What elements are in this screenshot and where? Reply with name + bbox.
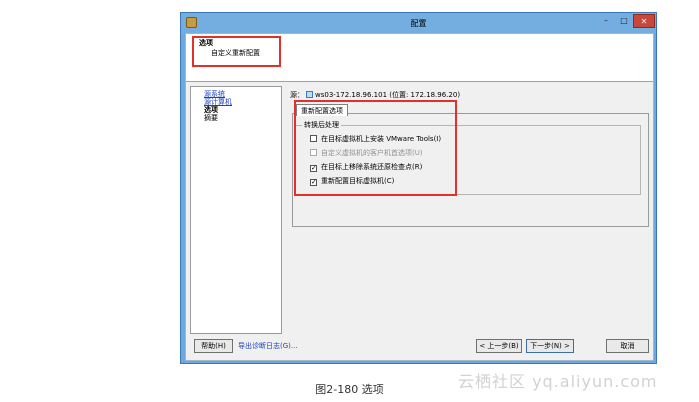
nav-item-source-system[interactable]: 源系统: [204, 90, 281, 98]
next-button[interactable]: 下一步(N) >: [526, 339, 574, 353]
tab-reconfig-options[interactable]: 重新配置选项: [296, 104, 348, 116]
source-line: 源： ws03-172.18.96.101 (位置: 172.18.96.20): [290, 90, 460, 100]
back-button[interactable]: < 上一步(B): [476, 339, 522, 353]
config-window: 配置 – □ ✕ 选项 自定义重新配置 源系统 源计算机 选项 摘要 源： ws0…: [180, 12, 657, 364]
cancel-button[interactable]: 取消: [606, 339, 649, 353]
highlight-box-header: [192, 36, 281, 67]
watermark: 云栖社区 yq.aliyun.com: [458, 372, 658, 391]
close-button[interactable]: ✕: [633, 14, 655, 28]
maximize-button[interactable]: □: [617, 14, 631, 28]
nav-item-summary: 摘要: [204, 114, 218, 122]
minimize-button[interactable]: –: [599, 14, 613, 28]
title-bar[interactable]: 配置 – □ ✕: [181, 13, 656, 33]
nav-panel: 源系统 源计算机 选项 摘要: [190, 86, 282, 334]
window-title: 配置: [410, 19, 427, 28]
help-button[interactable]: 帮助(H): [194, 339, 233, 353]
source-text: ws03-172.18.96.101 (位置: 172.18.96.20): [315, 91, 461, 99]
source-prefix: 源：: [290, 91, 304, 99]
nav-item-source-computer[interactable]: 源计算机: [204, 98, 281, 106]
client-area: 选项 自定义重新配置 源系统 源计算机 选项 摘要 源： ws03-172.18.…: [185, 33, 654, 361]
vm-icon: [306, 91, 313, 98]
export-log-link[interactable]: 导出诊断日志(G)...: [238, 341, 298, 351]
nav-item-options[interactable]: 选项: [204, 106, 281, 114]
